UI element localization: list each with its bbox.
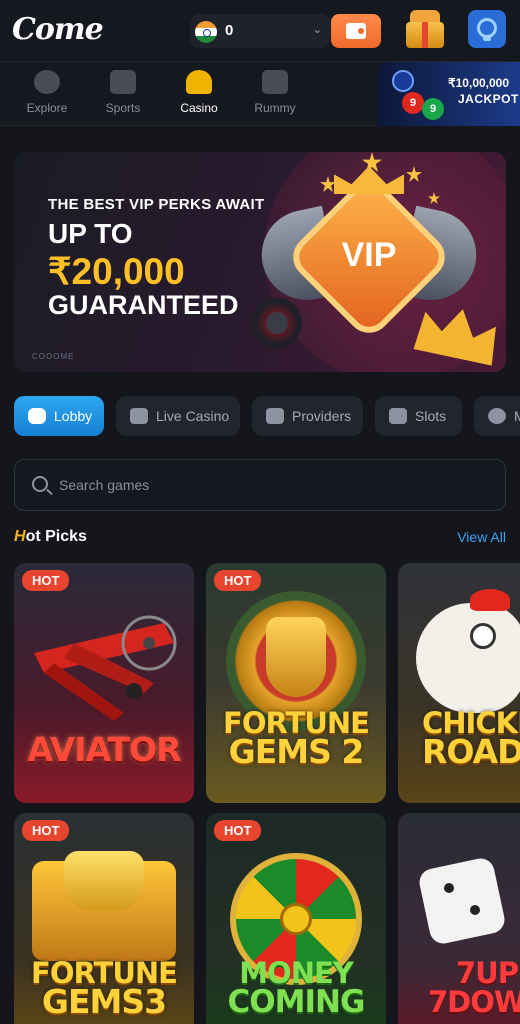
nav-casino-label: Casino xyxy=(180,101,218,115)
nav-explore[interactable]: Explore xyxy=(15,70,79,115)
rewards-button[interactable] xyxy=(402,6,448,52)
wallet-button[interactable] xyxy=(331,14,381,48)
chicken-icon xyxy=(416,603,520,713)
tab-live-casino-label: Live Casino xyxy=(156,408,230,424)
game-card-aviator[interactable]: HOT AVIATOR xyxy=(14,563,194,803)
category-nav: Explore Sports Casino Rummy 9 9 ₹10,00,0… xyxy=(0,62,520,126)
game-category-tabs: Lobby Live Casino Providers Slots M xyxy=(14,396,520,436)
view-all-link[interactable]: View All xyxy=(457,529,506,545)
dollar-coin-icon xyxy=(280,903,312,935)
tab-more-label: M xyxy=(514,408,520,424)
dice-icon xyxy=(416,855,508,947)
nav-explore-label: Explore xyxy=(26,101,68,115)
tab-more[interactable]: M xyxy=(474,396,520,436)
chicken-eye-icon xyxy=(470,623,496,649)
dice-pip xyxy=(444,883,454,893)
tab-lobby-label: Lobby xyxy=(54,408,93,424)
banner-brand: COOOME xyxy=(32,352,75,361)
wallet-icon xyxy=(346,23,366,39)
game-card-fortune-gems-2[interactable]: HOT FORTUNE GEMS 2 xyxy=(206,563,386,803)
slot-machine-icon xyxy=(389,408,407,424)
tab-providers-label: Providers xyxy=(292,408,352,424)
game-title-line2: GEMS 2 xyxy=(228,732,365,771)
lottery-ball-9-b: 9 xyxy=(422,98,444,120)
game-card-7up-7down[interactable]: 7UP 7DOWN xyxy=(398,813,520,1024)
dice-pip xyxy=(470,905,480,915)
person-icon xyxy=(266,408,284,424)
nav-casino[interactable]: Casino xyxy=(167,70,231,115)
game-title-line2: COMING xyxy=(227,984,366,1020)
game-card-fortune-gems-3[interactable]: HOT FORTUNE GEMS3 xyxy=(14,813,194,1024)
top-bar: Come 0 ⌄ xyxy=(0,0,520,62)
hot-badge: HOT xyxy=(22,570,70,591)
hot-picks-title: Hot Picks xyxy=(14,528,87,546)
banner-subtitle: THE BEST VIP PERKS AWAIT xyxy=(48,196,265,213)
play-icon xyxy=(130,408,148,424)
tab-providers[interactable]: Providers xyxy=(252,396,363,436)
tab-live-casino[interactable]: Live Casino xyxy=(116,396,240,436)
banner-guaranteed: GUARANTEED xyxy=(48,290,239,320)
tab-lobby[interactable]: Lobby xyxy=(14,396,104,436)
roulette-icon xyxy=(252,298,302,348)
tab-slots-label: Slots xyxy=(415,408,447,424)
jackpot-label: JACKPOT xyxy=(458,92,519,106)
search-input[interactable] xyxy=(59,473,479,497)
gift-icon xyxy=(406,22,444,48)
game-title: AVIATOR xyxy=(27,730,181,769)
game-title-line2: ROAD xyxy=(422,732,520,771)
nav-sports[interactable]: Sports xyxy=(91,70,155,115)
game-title-line2: GEMS3 xyxy=(41,982,167,1021)
chicken-comb-icon xyxy=(470,589,510,611)
planet-icon xyxy=(34,70,60,94)
gamepad-icon xyxy=(28,408,46,424)
search-box xyxy=(14,459,506,511)
logo[interactable]: Come xyxy=(12,12,104,47)
lottery-ball-icon xyxy=(392,70,414,92)
hot-badge: HOT xyxy=(214,570,262,591)
tab-slots[interactable]: Slots xyxy=(375,396,462,436)
hot-picks-title-rest: ot Picks xyxy=(25,528,87,545)
controller-icon xyxy=(488,408,506,424)
lottery-ball-9-a: 9 xyxy=(402,92,424,114)
game-card-money-coming[interactable]: HOT MONEY COMING xyxy=(206,813,386,1024)
jackpot-amount: ₹10,00,000 xyxy=(448,76,510,90)
search-icon xyxy=(32,476,48,492)
idol-face-icon xyxy=(64,851,144,911)
idol-face-icon xyxy=(266,617,326,697)
game-title-line2: 7DOWN xyxy=(428,985,520,1019)
hot-badge: HOT xyxy=(214,820,262,841)
game-card-chicken-road[interactable]: CHICKEN ROAD xyxy=(398,563,520,803)
headset-icon xyxy=(477,18,497,41)
support-button[interactable] xyxy=(468,10,506,48)
vip-text: VIP xyxy=(341,236,397,274)
game-title-line1: 7UP xyxy=(456,956,519,990)
india-flag-icon xyxy=(195,21,217,43)
nav-rummy[interactable]: Rummy xyxy=(243,70,307,115)
jackpot-banner[interactable]: 9 9 ₹10,00,000 JACKPOT xyxy=(378,62,520,126)
sports-icon xyxy=(110,70,136,94)
balance-amount: 0 xyxy=(225,22,234,39)
nav-rummy-label: Rummy xyxy=(254,101,296,115)
nav-sports-label: Sports xyxy=(105,101,141,115)
spade-icon xyxy=(186,70,212,94)
hot-badge: HOT xyxy=(22,820,70,841)
banner-amount: ₹20,000 xyxy=(48,251,185,292)
banner-up-to: UP TO xyxy=(48,218,133,249)
cards-icon xyxy=(262,70,288,94)
balance-selector[interactable]: 0 ⌄ xyxy=(190,14,330,48)
vip-badge: VIP xyxy=(253,166,485,342)
hot-picks-title-lead: H xyxy=(14,528,26,545)
chevron-down-icon: ⌄ xyxy=(312,24,322,36)
